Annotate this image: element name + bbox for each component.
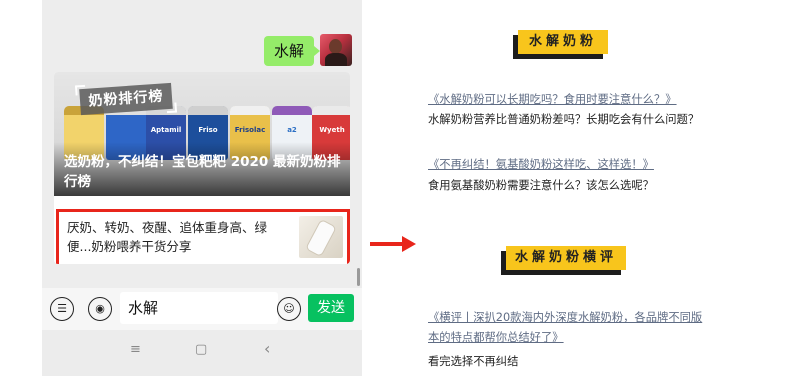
menu-nav-icon[interactable]: ≡ [130,342,141,357]
banner-image[interactable]: Aptamil Friso Frisolac a2 Wyeth 奶粉排行榜 选奶… [54,72,350,196]
article-description: 看完选择不再纠结 [428,355,519,368]
back-nav-icon[interactable]: ‹ [264,339,270,358]
arrow-head-icon [402,236,416,252]
home-nav-icon[interactable]: ▢ [195,342,207,357]
article-link[interactable]: 《不再纠结！氨基酸奶粉这样吃、这样选！》 [428,157,654,173]
article-card[interactable]: Aptamil Friso Frisolac a2 Wyeth 奶粉排行榜 选奶… [54,72,350,264]
banner-title[interactable]: 选奶粉，不纠结！宝包粑粑 2020 最新奶粉排行榜 [64,152,344,192]
list-icon[interactable]: ☰ [50,297,74,321]
send-button[interactable]: 发送 [308,294,354,322]
user-avatar[interactable] [320,34,352,66]
article-link[interactable]: 《横评丨深扒20款海内外深度水解奶粉，各品牌不同版 [428,310,702,326]
arrow-right-icon [370,242,404,246]
scrollbar[interactable] [357,268,360,286]
voice-icon[interactable]: ◉ [88,297,112,321]
article-description: 水解奶粉营养比普通奶粉差吗？长期吃会有什么问题？ [428,113,700,126]
highlighted-article-item[interactable]: 厌奶、转奶、夜醒、追体重身高、绿便...奶粉喂养干货分享 [56,209,350,264]
article-link-continued[interactable]: 本的特点都帮你总结好了》 [428,330,564,346]
article-thumbnail [299,216,343,258]
chat-window: 水解 Aptamil Friso Frisolac a2 Wyeth 奶粉排行榜… [42,0,362,376]
input-bar: ☰ ◉ 水解 ☺ 发送 [42,288,362,330]
section-heading-hydrolyzed: 水解奶粉 [518,30,608,54]
section-heading-review: 水解奶粉横评 [506,246,626,270]
article-link[interactable]: 《水解奶粉可以长期吃吗？食用时要注意什么？》 [428,92,677,108]
article-description: 食用氨基酸奶粉需要注意什么？该怎么选呢？ [428,179,654,192]
emoji-icon[interactable]: ☺ [277,297,301,321]
article-item-title: 厌奶、转奶、夜醒、追体重身高、绿便...奶粉喂养干货分享 [67,220,268,254]
system-nav-bar: ≡ ▢ ‹ [42,330,362,376]
sent-message-bubble[interactable]: 水解 [263,36,321,66]
message-input[interactable]: 水解 [120,292,278,324]
